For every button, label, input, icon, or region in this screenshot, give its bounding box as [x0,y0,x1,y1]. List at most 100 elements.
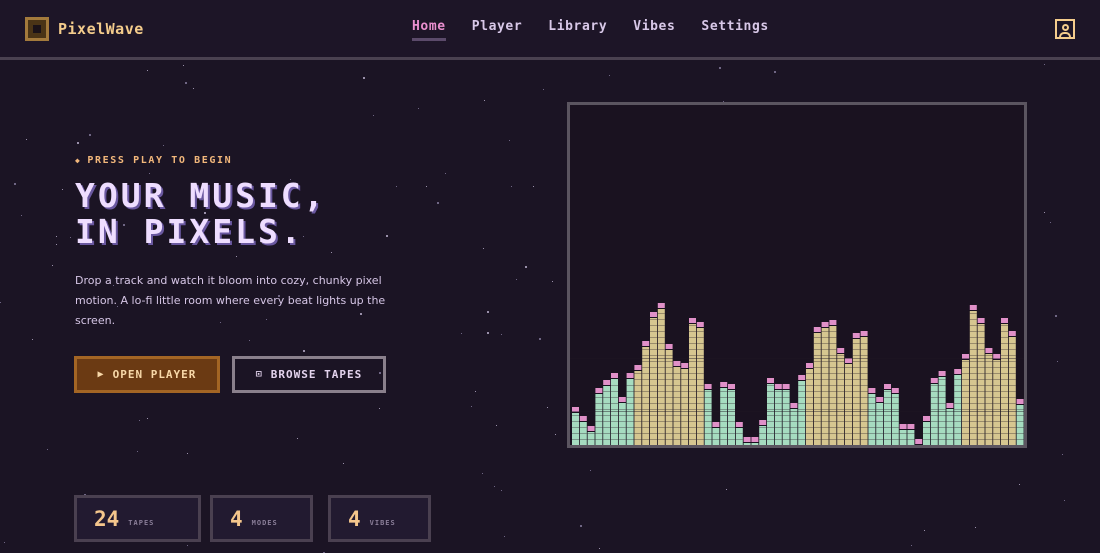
visualizer-pixel-line [969,391,977,392]
nav-item-vibes[interactable]: Vibes [633,19,675,41]
visualizer-pixel-line [868,403,876,404]
visualizer-pixel-line [611,409,618,410]
visualizer-pixel-line [954,397,962,398]
visualizer-peak [977,318,985,323]
visualizer-pixel-line [977,331,985,332]
visualizer-pixel-line [774,439,782,440]
visualizer-bar [735,422,743,445]
visualizer-pixel-line [813,409,821,410]
visualizer-pixel-line [852,397,860,398]
visualizer-pixel-line [837,355,845,356]
star [249,340,250,341]
visualizer-pixel-line [954,403,962,404]
visualizer-pixel-line [572,439,579,440]
star [501,334,502,335]
visualizer-bar [884,384,891,445]
visualizer-pixel-line [657,385,665,386]
visualizer-bar [572,407,579,445]
visualizer-pixel-line [657,397,665,398]
visualizer-peak [681,363,689,368]
visualizer-pixel-line [595,409,603,410]
visualizer-pixel-line [774,409,782,410]
visualizer-pixel-line [1008,409,1016,410]
visualizer-pixel-line [774,427,782,428]
star [149,173,150,174]
visualizer-bar [821,322,829,445]
nav-item-home[interactable]: Home [412,19,446,41]
visualizer-pixel-line [821,349,829,350]
visualizer-pixel-line [642,385,650,386]
visualizer-pixel-line [642,433,650,434]
visualizer-pixel-line [969,403,977,404]
star [504,536,505,537]
visualizer-pixel-line [884,433,891,434]
visualizer-pixel-line [728,391,735,392]
visualizer-pixel-line [798,385,806,386]
visualizer-pixel-line [860,355,868,356]
visualizer-pixel-line [860,343,868,344]
visualizer-pixel-line [860,367,868,368]
visualizer-pixel-line [821,367,829,368]
open-player-button[interactable]: ▶ OPEN PLAYER [74,356,220,393]
visualizer-bar [634,365,642,445]
browse-tapes-button[interactable]: ⊡ BROWSE TAPES [232,356,386,393]
nav-item-library[interactable]: Library [548,19,607,41]
visualizer-bar-body [891,394,899,445]
visualizer-pixel-line [1001,385,1008,386]
visualizer-pixel-line [1001,415,1008,416]
visualizer-pixel-line [829,379,837,380]
star [147,70,148,71]
nav-item-settings[interactable]: Settings [701,19,768,41]
star [525,266,527,268]
visualizer-pixel-line [868,397,876,398]
visualizer-pixel-line [767,391,774,392]
user-icon[interactable] [1055,19,1075,39]
visualizer-pixel-line [813,427,821,428]
visualizer-pixel-line [985,373,993,374]
visualizer-pixel-line [642,409,650,410]
visualizer-bar-body [1001,324,1008,445]
visualizer-pixel-line [813,433,821,434]
visualizer-pixel-line [813,385,821,386]
visualizer-peak [1008,331,1016,336]
visualizer-peak [618,397,626,402]
visualizer-pixel-line [689,403,696,404]
visualizer-pixel-line [782,427,790,428]
visualizer-pixel-line [673,397,681,398]
visualizer-pixel-line [665,373,673,374]
visualizer-bar [759,420,767,445]
visualizer-bar [977,318,985,445]
visualizer-pixel-line [930,439,938,440]
visualizer-bar-body [977,324,985,445]
hero-title-line1: YOUR MUSIC, [75,176,327,215]
visualizer-pixel-line [650,319,657,320]
visualizer-pixel-line [923,439,930,440]
visualizer-pixel-line [860,373,868,374]
app-logo[interactable]: PixelWave [25,17,144,41]
visualizer-pixel-line [1001,427,1008,428]
visualizer-peak [673,361,681,366]
visualizer-pixel-line [657,325,665,326]
visualizer-pixel-line [860,421,868,422]
visualizer-pixel-line [1008,343,1016,344]
nav-item-player[interactable]: Player [472,19,523,41]
visualizer-bar-body [728,390,735,445]
visualizer-pixel-line [681,391,689,392]
visualizer-pixel-line [821,397,829,398]
visualizer-bar [1008,331,1016,445]
visualizer-pixel-line [665,433,673,434]
visualizer-pixel-line [634,391,642,392]
star [139,420,140,421]
visualizer-pixel-line [962,421,969,422]
visualizer-pixel-line [696,331,704,332]
visualizer-pixel-line [993,403,1001,404]
visualizer-pixel-line [985,367,993,368]
star [580,525,582,527]
visualizer-pixel-line [930,433,938,434]
visualizer-pixel-line [813,391,821,392]
visualizer-pixel-line [813,355,821,356]
visualizer-pixel-line [977,397,985,398]
visualizer-pixel-line [993,397,1001,398]
visualizer-pixel-line [696,439,704,440]
visualizer-pixel-line [977,349,985,350]
